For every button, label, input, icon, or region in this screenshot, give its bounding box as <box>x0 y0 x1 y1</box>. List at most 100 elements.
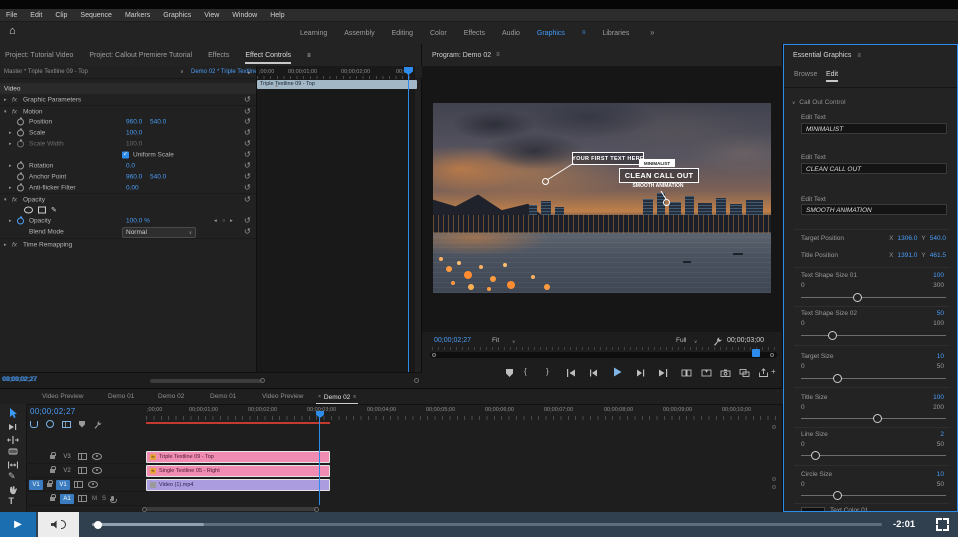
blend-mode-dropdown[interactable]: Normal ∨ <box>122 227 196 238</box>
playback-resolution-dropdown[interactable]: Full <box>676 337 686 344</box>
slider-knob[interactable] <box>833 374 842 383</box>
ec-scroll-up-icon[interactable]: ▲ <box>274 83 279 89</box>
home-icon[interactable]: ⌂ <box>9 25 16 37</box>
reset-icon[interactable]: ↺ <box>244 151 251 159</box>
menu-edit[interactable]: Edit <box>30 12 42 19</box>
workspace-effects[interactable]: Effects <box>464 30 485 37</box>
menu-file[interactable]: File <box>6 12 17 19</box>
track-select-tool-icon[interactable] <box>7 421 19 433</box>
expand-icon[interactable]: ▸ <box>9 141 12 147</box>
scrollbar-handle[interactable] <box>770 353 774 357</box>
slider-knob[interactable] <box>853 293 862 302</box>
expand-icon[interactable]: ▸ <box>4 97 7 103</box>
position-x-value[interactable]: 960.0 <box>126 118 142 125</box>
esg-menu-icon[interactable]: ≡ <box>857 53 861 59</box>
tab-project-callout-tutorial[interactable]: Project: Callout Premiere Tutorial <box>89 52 192 59</box>
esg-tab-edit[interactable]: Edit <box>826 71 838 82</box>
selection-tool-icon[interactable] <box>7 407 19 419</box>
chevron-down-icon[interactable]: ∨ <box>694 339 697 345</box>
sync-lock-icon[interactable] <box>78 467 87 474</box>
slider-value[interactable]: 50 <box>937 310 944 317</box>
track-v1-label[interactable]: V1 <box>56 480 70 490</box>
scale-value[interactable]: 100.0 <box>126 129 142 136</box>
lock-icon[interactable] <box>47 483 52 487</box>
timeline-ruler-ticks[interactable] <box>146 416 777 420</box>
reset-icon[interactable]: ↺ <box>244 184 251 192</box>
timeline-display-icon[interactable] <box>62 421 71 428</box>
scrollbar-handle[interactable] <box>260 378 265 383</box>
expand-icon[interactable]: ▸ <box>9 163 12 169</box>
anchor-x-value[interactable]: 960.0 <box>126 173 142 180</box>
rotation-value[interactable]: 0.0 <box>126 162 135 169</box>
track-output-eye-icon[interactable] <box>92 467 102 474</box>
title-position-y[interactable]: 461.5 <box>930 252 946 259</box>
solo-button[interactable]: S <box>102 496 106 502</box>
voiceover-mic-icon[interactable] <box>111 496 114 501</box>
scrollbar-handle[interactable] <box>432 353 436 357</box>
master-clip-label[interactable]: Master * Triple Textline 09 - Top <box>4 69 88 75</box>
mute-button[interactable]: M <box>92 496 97 502</box>
linked-selection-icon[interactable] <box>46 420 54 428</box>
stopwatch-icon[interactable] <box>17 129 24 136</box>
player-progress-track[interactable] <box>92 523 882 526</box>
fx-icon[interactable]: fx <box>12 108 17 115</box>
opacity-section-label[interactable]: Opacity <box>23 196 45 203</box>
scrollbar-handle[interactable] <box>772 485 776 489</box>
player-fullscreen-button[interactable] <box>936 518 949 531</box>
effect-controls-menu-icon[interactable]: ≡ <box>307 53 311 62</box>
clip-single-textline[interactable]: fx Single Textline 05 - Right <box>146 465 330 477</box>
workspace-libraries[interactable]: Libraries <box>602 30 629 37</box>
fx-icon[interactable]: fx <box>12 96 17 103</box>
reset-icon[interactable]: ↺ <box>244 217 251 225</box>
stopwatch-icon[interactable] <box>17 173 24 180</box>
program-playhead[interactable] <box>752 349 760 357</box>
stopwatch-icon[interactable] <box>17 217 24 224</box>
workspace-editing[interactable]: Editing <box>392 30 413 37</box>
slider-value[interactable]: 100 <box>933 394 944 401</box>
target-position-x[interactable]: 1306.0 <box>897 235 917 242</box>
slider-knob[interactable] <box>828 331 837 340</box>
slider-value[interactable]: 2 <box>940 431 944 438</box>
clip-selector-chevron-icon[interactable]: ∨ <box>180 69 184 75</box>
workspace-learning[interactable]: Learning <box>300 30 327 37</box>
scrollbar-handle[interactable] <box>414 378 419 383</box>
target-position-y[interactable]: 540.0 <box>930 235 946 242</box>
stopwatch-icon[interactable] <box>17 118 24 125</box>
scrollbar-handle[interactable] <box>142 507 147 512</box>
menu-view[interactable]: View <box>204 12 219 19</box>
menu-help[interactable]: Help <box>270 12 284 19</box>
slider-track[interactable] <box>801 335 946 336</box>
tab-effect-controls[interactable]: Effect Controls <box>245 52 291 64</box>
panel-menu-icon[interactable]: ≡ <box>353 394 356 400</box>
scrollbar-handle[interactable] <box>772 477 776 481</box>
motion-label[interactable]: Motion <box>23 108 43 115</box>
timeline-tab[interactable]: Demo 02 <box>158 393 184 400</box>
slider-track[interactable] <box>801 418 946 419</box>
ec-clip-bar[interactable]: Triple Textline 09 - Top <box>257 80 417 89</box>
time-remapping-label[interactable]: Time Remapping <box>23 241 72 248</box>
edit-text-input-3[interactable]: SMOOTH ANIMATION <box>801 204 947 215</box>
menu-markers[interactable]: Markers <box>125 12 150 19</box>
marker-icon[interactable] <box>79 421 85 428</box>
step-forward-icon[interactable] <box>636 368 646 378</box>
reset-icon[interactable]: ↺ <box>244 162 251 170</box>
collapse-icon[interactable]: ∨ <box>792 100 795 106</box>
collapse-icon[interactable]: ▾ <box>4 197 7 203</box>
sync-lock-icon[interactable] <box>74 481 83 488</box>
comparison-view-icon[interactable] <box>739 368 750 378</box>
reset-icon[interactable]: ↺ <box>244 173 251 181</box>
reset-icon[interactable]: ↺ <box>244 108 251 116</box>
slider-value[interactable]: 100 <box>933 272 944 279</box>
ec-playhead-line[interactable] <box>408 67 409 372</box>
workspace-audio[interactable]: Audio <box>502 30 520 37</box>
expand-icon[interactable]: ▸ <box>9 130 12 136</box>
sync-lock-icon[interactable] <box>78 495 87 502</box>
title-position-x[interactable]: 1391.0 <box>897 252 917 259</box>
program-timecode[interactable]: 00;00;02;27 <box>434 337 471 344</box>
lift-icon[interactable] <box>681 368 692 378</box>
expand-icon[interactable]: ▸ <box>9 218 12 224</box>
stopwatch-icon[interactable] <box>17 162 24 169</box>
add-keyframe-icon[interactable]: ○ <box>222 218 225 224</box>
ellipse-mask-icon[interactable] <box>24 206 33 213</box>
opacity-value[interactable]: 100.0 % <box>126 217 150 224</box>
